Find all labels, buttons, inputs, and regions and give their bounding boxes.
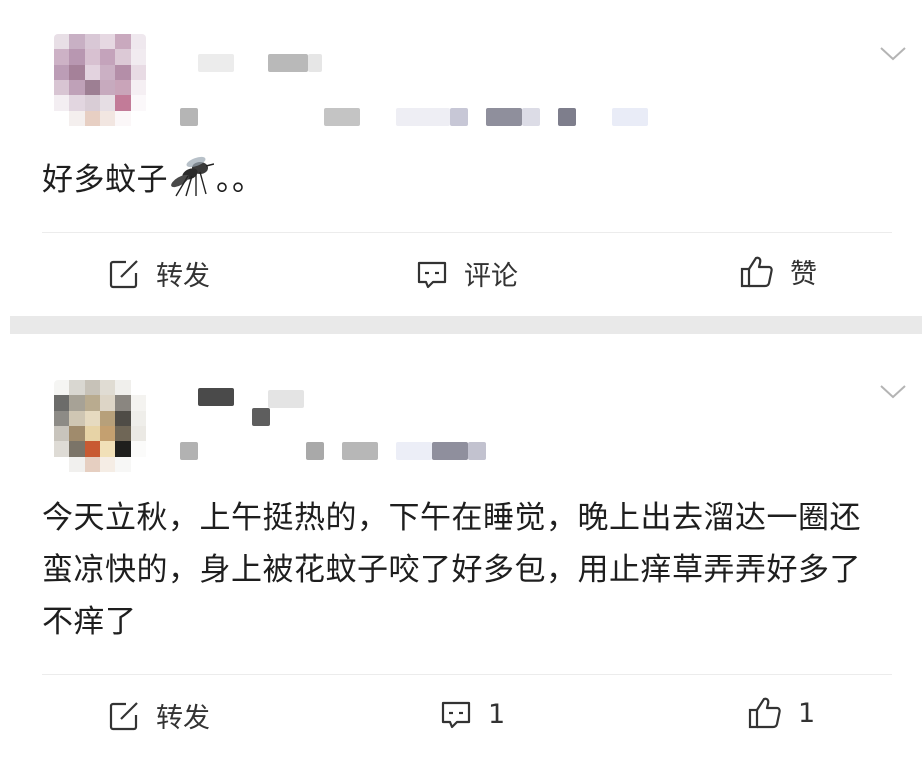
- comment-icon: [417, 261, 447, 288]
- comment-label: 评论: [464, 261, 518, 292]
- post-meta-blurred-2: [324, 108, 360, 126]
- post-meta-blurred-3: [342, 442, 378, 460]
- post-meta-blurred-3: [396, 108, 450, 126]
- user-avatar-blurred[interactable]: [54, 34, 146, 126]
- thumbs-up-icon: [748, 697, 781, 729]
- post-meta-blurred-6: [522, 108, 540, 126]
- repost-button[interactable]: 转发: [106, 696, 210, 735]
- repost-button[interactable]: 转发: [106, 254, 210, 293]
- divider: [42, 674, 892, 675]
- user-avatar-blurred[interactable]: [54, 380, 146, 472]
- chevron-down-icon[interactable]: [878, 44, 908, 64]
- comment-button[interactable]: 1: [438, 696, 505, 732]
- post-text-trailing: 。。: [216, 162, 264, 198]
- post-meta-blurred-5: [486, 108, 522, 126]
- post-meta-blurred-7: [558, 108, 576, 126]
- post-meta-blurred-4: [450, 108, 468, 126]
- username-blurred-3: [252, 408, 270, 426]
- thumbs-up-icon: [740, 256, 773, 287]
- post-meta-blurred-6: [468, 442, 486, 460]
- like-button[interactable]: 1: [746, 694, 815, 732]
- post-meta-blurred-8: [612, 108, 648, 126]
- comment-count: 1: [488, 698, 506, 730]
- post-content: 好多蚊子 。。: [42, 154, 892, 206]
- divider: [42, 232, 892, 233]
- repost-label: 转发: [156, 703, 210, 734]
- repost-label: 转发: [156, 261, 210, 292]
- username-blurred-2: [268, 390, 304, 408]
- post-card-1: 好多蚊子 。。 转发 评论 赞: [0, 0, 922, 316]
- like-label: 赞: [790, 259, 817, 290]
- post-meta-blurred: [180, 442, 198, 460]
- post-meta-blurred-2: [306, 442, 324, 460]
- post-meta-blurred-4: [396, 442, 432, 460]
- post-text: 好多蚊子: [42, 162, 168, 198]
- comment-button[interactable]: 评论: [414, 254, 518, 293]
- username-blurred-2: [268, 54, 308, 72]
- repost-icon: [109, 701, 138, 730]
- mosquito-emoji: [171, 156, 215, 197]
- like-button[interactable]: 赞: [738, 252, 817, 291]
- post-meta-blurred-5: [432, 442, 468, 460]
- post-content: 今天立秋，上午挺热的，下午在睡觉，晚上出去溜达一圈还蛮凉快的，身上被花蚊子咬了好…: [42, 492, 892, 648]
- comment-icon: [441, 701, 471, 729]
- repost-icon: [109, 259, 138, 288]
- username-blurred[interactable]: [198, 54, 234, 72]
- post-separator: [10, 316, 922, 334]
- post-card-2: 今天立秋，上午挺热的，下午在睡觉，晚上出去溜达一圈还蛮凉快的，身上被花蚊子咬了好…: [0, 334, 922, 758]
- post-text: 今天立秋，上午挺热的，下午在睡觉，晚上出去溜达一圈还蛮凉快的，身上被花蚊子咬了好…: [42, 500, 861, 640]
- like-count: 1: [798, 697, 816, 729]
- username-blurred[interactable]: [198, 388, 234, 406]
- post-meta-blurred: [180, 108, 198, 126]
- chevron-down-icon[interactable]: [878, 382, 908, 402]
- username-blurred-3: [308, 54, 322, 72]
